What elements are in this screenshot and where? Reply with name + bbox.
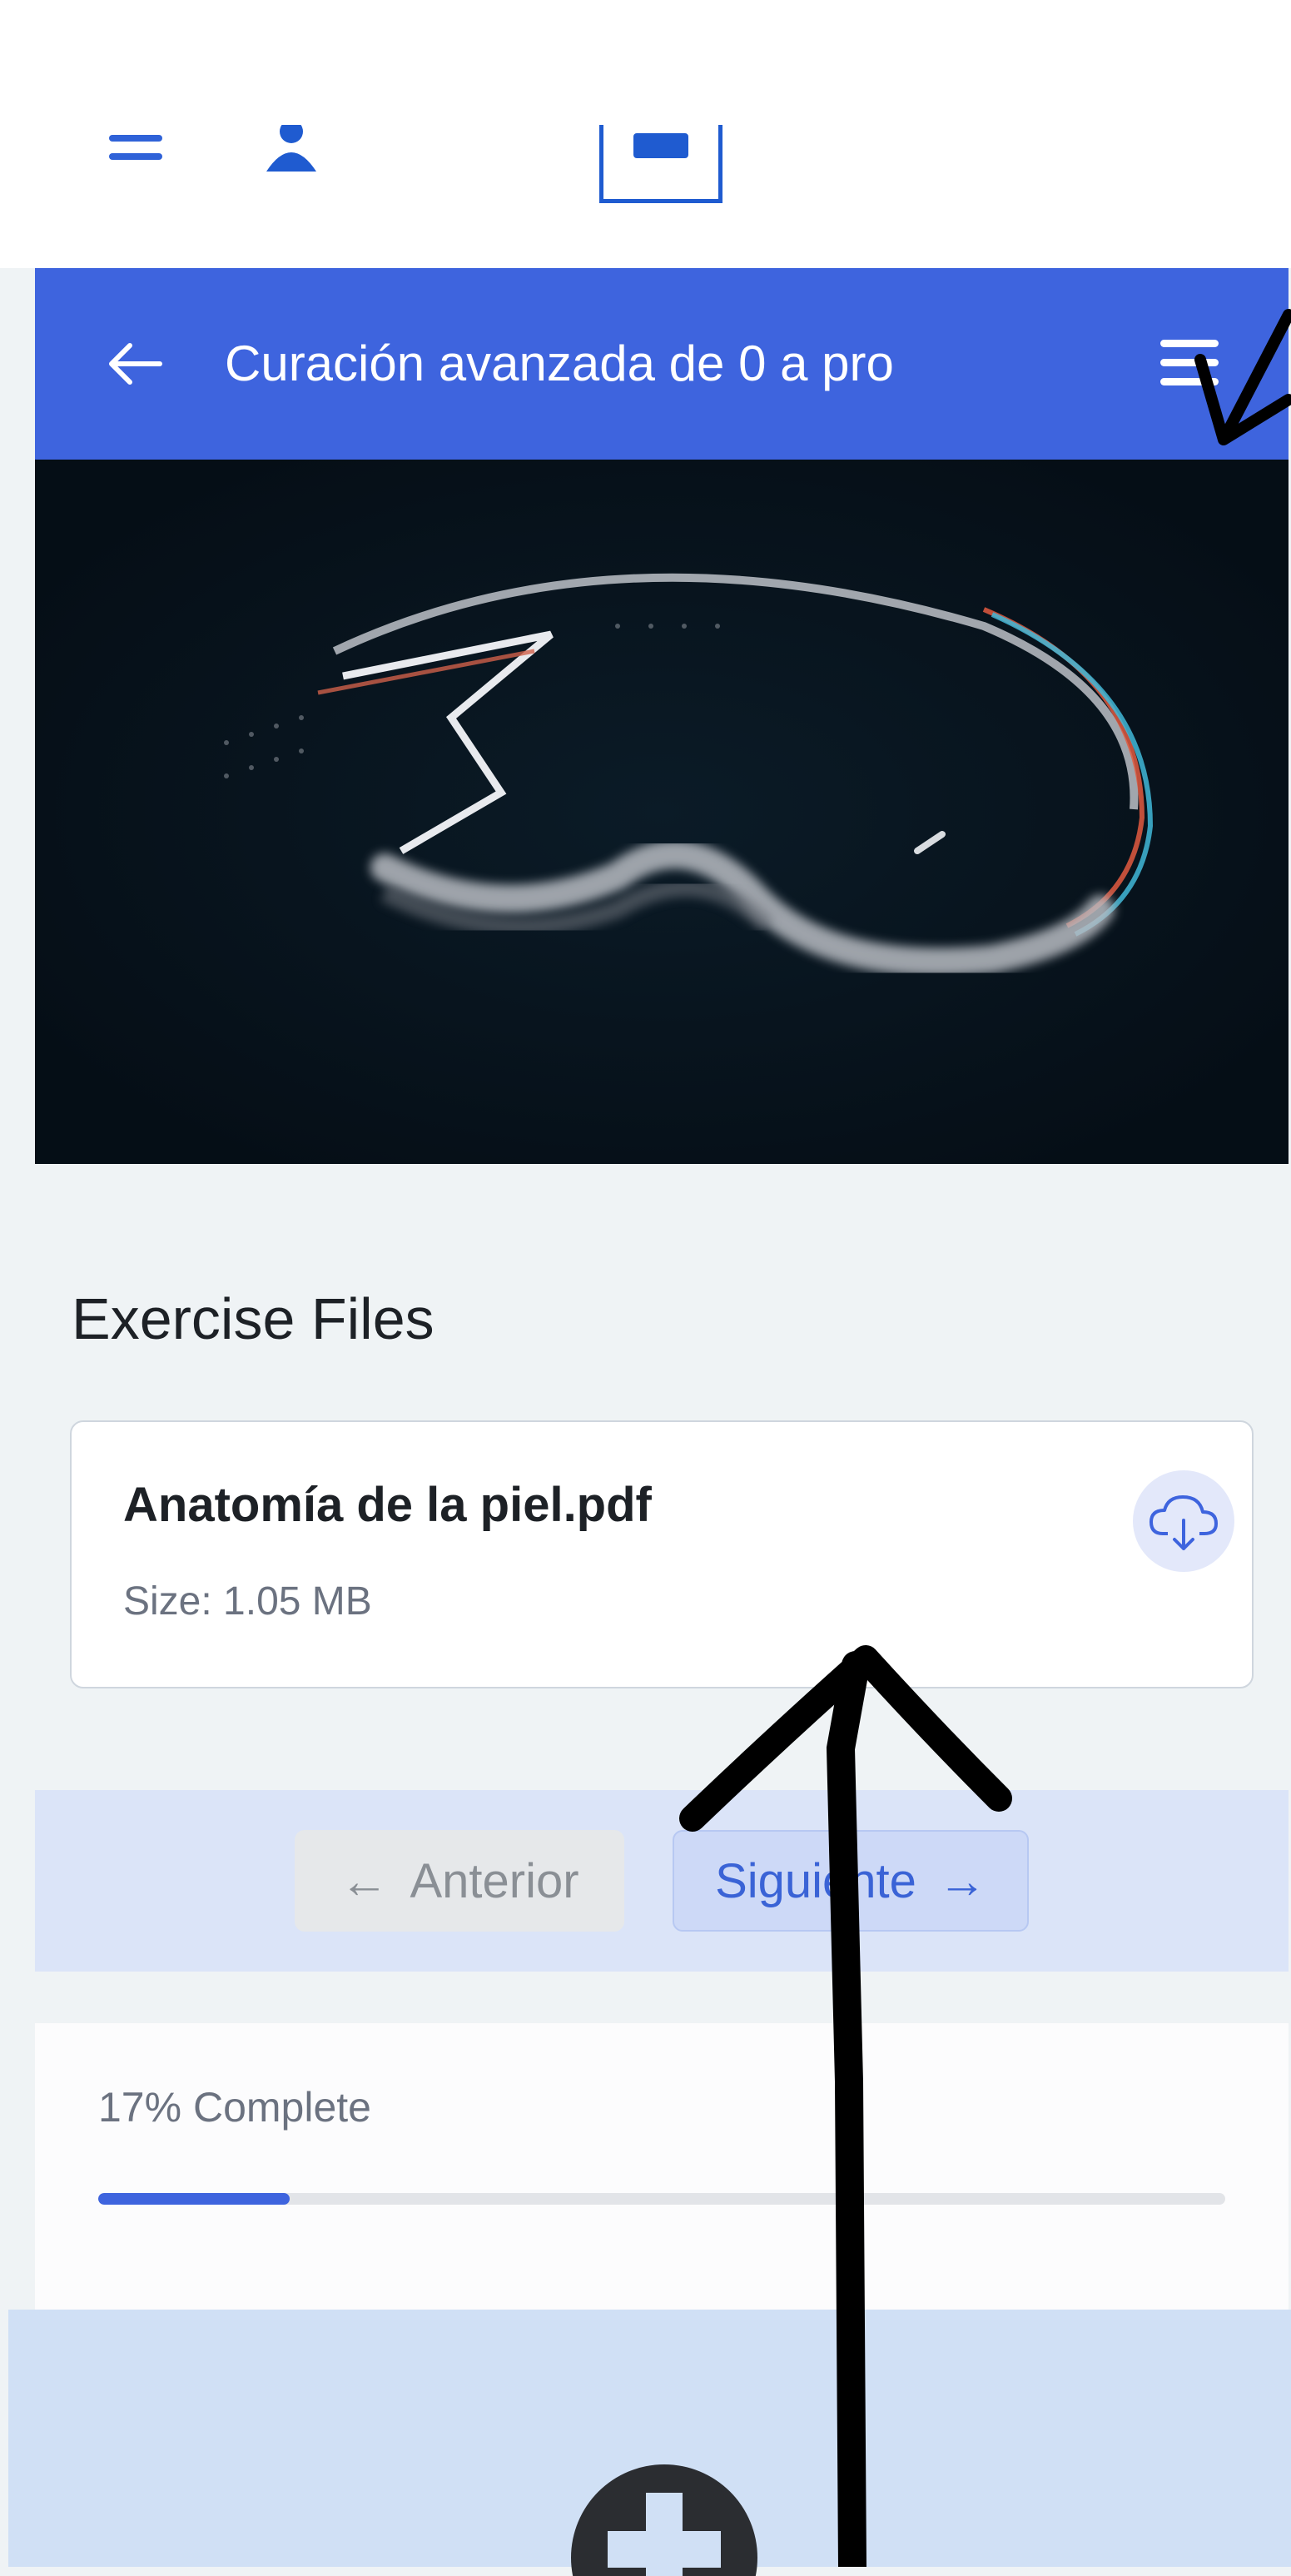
exercise-files-heading: Exercise Files bbox=[72, 1286, 434, 1351]
lesson-pagination: ← Anterior Siguiente → bbox=[35, 1790, 1289, 1972]
course-header: Curación avanzada de 0 a pro bbox=[35, 268, 1289, 460]
next-label: Siguiente bbox=[715, 1853, 916, 1908]
back-arrow-icon[interactable] bbox=[105, 339, 163, 389]
next-arrow-icon: → bbox=[937, 1853, 986, 1908]
progress-bar bbox=[98, 2193, 1225, 2205]
next-button[interactable]: Siguiente → bbox=[673, 1830, 1029, 1932]
course-progress: 17% Complete bbox=[35, 2023, 1289, 2310]
logo-icon[interactable] bbox=[599, 125, 722, 203]
file-name: Anatomía de la piel.pdf bbox=[123, 1478, 652, 1532]
hamburger-menu-icon[interactable] bbox=[1160, 340, 1219, 386]
footer bbox=[8, 2310, 1291, 2576]
previous-label: Anterior bbox=[410, 1853, 579, 1908]
progress-label: 17% Complete bbox=[98, 2084, 371, 2131]
menu-icon[interactable] bbox=[109, 135, 162, 163]
video-thumbnail[interactable] bbox=[35, 460, 1289, 1164]
course-title: Curación avanzada de 0 a pro bbox=[225, 336, 894, 391]
lesson-content: Exercise Files Anatomía de la piel.pdf S… bbox=[35, 1164, 1289, 2013]
previous-arrow-icon: ← bbox=[340, 1853, 389, 1908]
medical-cross-logo-icon bbox=[571, 2464, 757, 2576]
file-card: Anatomía de la piel.pdf Size: 1.05 MB bbox=[70, 1420, 1254, 1688]
video-thumbnail-art bbox=[35, 460, 1289, 1164]
user-icon[interactable] bbox=[263, 125, 320, 172]
previous-button[interactable]: ← Anterior bbox=[295, 1830, 624, 1932]
cloud-download-icon bbox=[1149, 1495, 1218, 1550]
top-app-bar bbox=[0, 0, 1291, 268]
progress-bar-fill bbox=[98, 2193, 290, 2205]
file-size: Size: 1.05 MB bbox=[123, 1579, 372, 1624]
download-button[interactable] bbox=[1133, 1470, 1234, 1572]
